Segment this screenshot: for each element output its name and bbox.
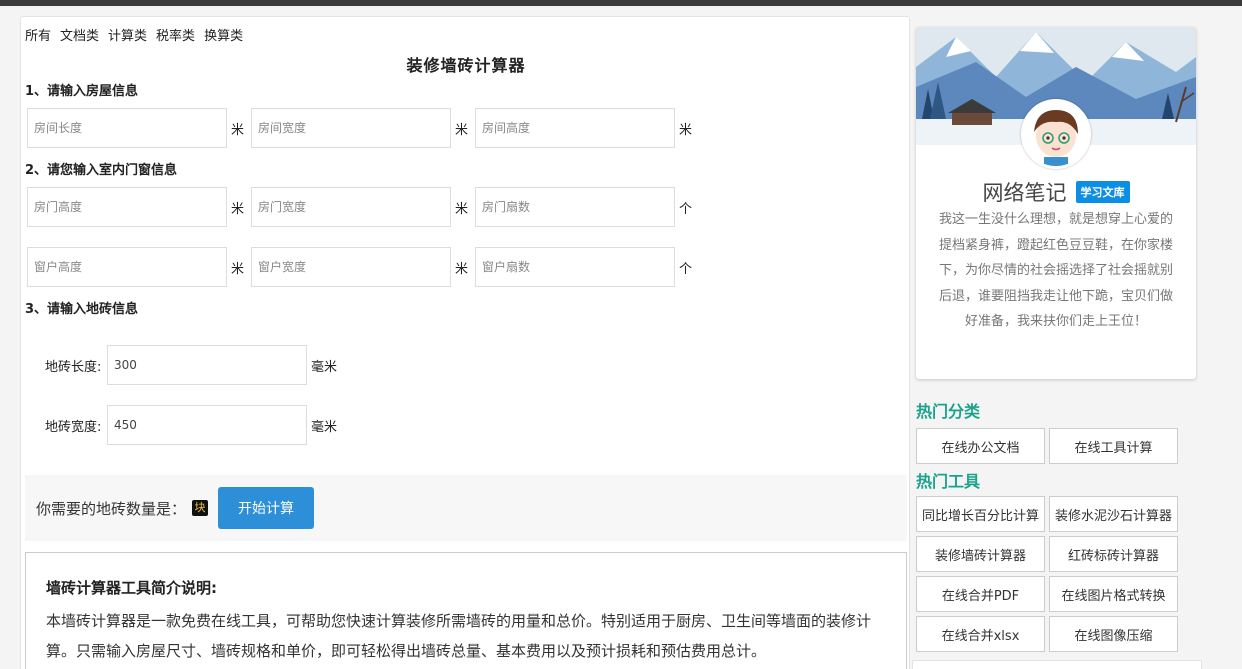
- unit-label: 米: [455, 122, 469, 138]
- intro-box: 墙砖计算器工具简介说明: 本墙砖计算器是一款免费在线工具，可帮助您快速计算装修所…: [25, 552, 907, 669]
- hot-tool-wall-tile[interactable]: 装修墙砖计算器: [916, 536, 1045, 572]
- avatar[interactable]: [1021, 99, 1091, 169]
- intro-heading: 墙砖计算器工具简介说明:: [46, 579, 217, 597]
- unit-label: 米: [679, 122, 693, 138]
- tile-length-input[interactable]: [107, 345, 307, 385]
- unit-label: 毫米: [311, 359, 338, 375]
- hot-tool-merge-pdf[interactable]: 在线合并PDF: [916, 576, 1045, 612]
- result-bar: 你需要的地砖数量是： 块 开始计算: [25, 475, 907, 541]
- hot-category-tool-calc[interactable]: 在线工具计算: [1049, 428, 1178, 464]
- next-card-edge: [912, 660, 1202, 669]
- section-tile-heading: 3、请输入地砖信息: [25, 302, 139, 317]
- window-count-input[interactable]: [475, 247, 675, 287]
- profile-tag[interactable]: 学习文库: [1075, 181, 1130, 203]
- category-convert[interactable]: 换算类: [204, 25, 243, 44]
- hot-tool-cement-sand[interactable]: 装修水泥沙石计算器: [1049, 496, 1178, 532]
- room-width-input[interactable]: [251, 108, 451, 148]
- hot-categories-heading: 热门分类: [916, 402, 981, 421]
- unit-label: 米: [231, 201, 245, 217]
- section-doors-heading: 2、请您输入室内门窗信息: [25, 163, 178, 178]
- tile-length-label: 地砖长度:: [45, 359, 102, 375]
- top-bar: [0, 0, 1242, 6]
- intro-body: 本墙砖计算器是一款免费在线工具，可帮助您快速计算装修所需墙砖的用量和总价。特别适…: [46, 612, 872, 660]
- door-row: 米 米 个: [27, 187, 699, 227]
- result-text: 你需要的地砖数量是：: [36, 499, 187, 518]
- unit-label: 米: [231, 261, 245, 277]
- profile-card: 网络笔记 学习文库 我这一生没什么理想，就是想穿上心爱的提档紧身裤，蹬起红色豆豆…: [916, 27, 1196, 379]
- profile-name: 网络笔记: [982, 181, 1067, 205]
- unit-label: 个: [679, 201, 693, 217]
- calculate-button[interactable]: 开始计算: [218, 487, 315, 529]
- category-all[interactable]: 所有: [25, 25, 51, 44]
- category-docs[interactable]: 文档类: [60, 25, 99, 44]
- door-count-input[interactable]: [475, 187, 675, 227]
- section-room-heading: 1、请输入房屋信息: [25, 84, 139, 99]
- unit-label: 米: [455, 201, 469, 217]
- profile-name-row: 网络笔记 学习文库: [916, 177, 1196, 207]
- hot-tool-red-brick[interactable]: 红砖标砖计算器: [1049, 536, 1178, 572]
- hot-tool-merge-xlsx[interactable]: 在线合并xlsx: [916, 616, 1045, 652]
- category-calc[interactable]: 计算类: [108, 25, 147, 44]
- tile-width-label: 地砖宽度:: [45, 419, 102, 435]
- hot-tool-yoy-growth[interactable]: 同比增长百分比计算: [916, 496, 1045, 532]
- hot-category-office-docs[interactable]: 在线办公文档: [916, 428, 1045, 464]
- tile-width-row: 地砖宽度: 毫米: [45, 405, 337, 445]
- window-height-input[interactable]: [27, 247, 227, 287]
- room-length-input[interactable]: [27, 108, 227, 148]
- hot-tools-heading: 热门工具: [916, 472, 981, 491]
- unit-label: 米: [455, 261, 469, 277]
- category-nav: 所有 文档类 计算类 税率类 换算类: [25, 25, 243, 44]
- profile-bio: 我这一生没什么理想，就是想穿上心爱的提档紧身裤，蹬起红色豆豆鞋，在你家楼下，为你…: [938, 212, 1173, 329]
- calculator-card: 所有 文档类 计算类 税率类 换算类 装修墙砖计算器 1、请输入房屋信息 米 米…: [20, 16, 910, 669]
- window-width-input[interactable]: [251, 247, 451, 287]
- window-row: 米 米 个: [27, 247, 699, 287]
- avatar-illustration: [1024, 102, 1088, 166]
- hot-tool-image-compress[interactable]: 在线图像压缩: [1049, 616, 1178, 652]
- tile-width-input[interactable]: [107, 405, 307, 445]
- room-row: 米 米 米: [27, 108, 699, 148]
- result-unit-badge: 块: [192, 500, 209, 516]
- unit-label: 个: [679, 261, 693, 277]
- category-tax[interactable]: 税率类: [156, 25, 195, 44]
- tile-length-row: 地砖长度: 毫米: [45, 345, 337, 385]
- door-height-input[interactable]: [27, 187, 227, 227]
- unit-label: 米: [231, 122, 245, 138]
- unit-label: 毫米: [311, 419, 338, 435]
- door-width-input[interactable]: [251, 187, 451, 227]
- hot-tool-image-convert[interactable]: 在线图片格式转换: [1049, 576, 1178, 612]
- page-title: 装修墙砖计算器: [406, 56, 526, 75]
- room-height-input[interactable]: [475, 108, 675, 148]
